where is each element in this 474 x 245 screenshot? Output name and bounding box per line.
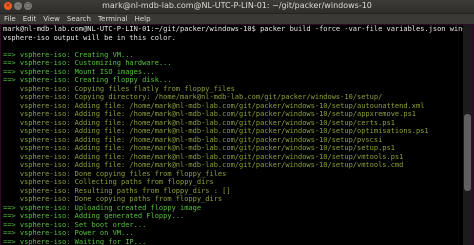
terminal-line: ==> vsphere-iso: Adding generated Floppy…	[3, 212, 185, 220]
menu-search[interactable]: Search	[63, 14, 94, 24]
menu-help[interactable]: Help	[131, 14, 154, 24]
terminal-line: mark@nl-mdb-lab.com@NL-UTC-P-LIN-01:~/gi…	[3, 25, 463, 33]
terminal-line: vsphere-iso: Adding file: /home/mark@nl-…	[3, 135, 383, 144]
menu-bar: File Edit View Search Terminal Help	[0, 14, 474, 24]
terminal-window: × – □ mark@nl-mdb-lab.com@NL-UTC-P-LIN-0…	[0, 0, 474, 245]
terminal-line: ==> vsphere-iso: Uploading created flopp…	[3, 203, 202, 212]
window-title: mark@nl-mdb-lab.com@NL-UTC-P-LIN-01: ~/g…	[102, 1, 372, 10]
terminal-line: vsphere-iso: Adding file: /home/mark@nl-…	[3, 152, 404, 161]
terminal-line: vsphere-iso: Copying files flatly from f…	[3, 84, 235, 93]
terminal-line: vsphere-iso: Collecting paths from flopp…	[3, 178, 214, 186]
terminal-line: vsphere-iso: Copying directory: /home/ma…	[3, 93, 383, 101]
terminal-line: vsphere-iso: Done copying paths from flo…	[3, 195, 223, 203]
terminal-line: ==> vsphere-iso: Power on VM...	[3, 229, 134, 237]
terminal-line: vsphere-iso: Adding file: /home/mark@nl-…	[3, 161, 404, 169]
terminal-line: vsphere-iso: Adding file: /home/mark@nl-…	[3, 110, 417, 118]
terminal-line: vsphere-iso: Adding file: /home/mark@nl-…	[3, 118, 395, 127]
terminal-line: ==> vsphere-iso: Set boot order...	[3, 220, 147, 229]
vertical-scrollbar[interactable]	[463, 25, 472, 245]
terminal-line: ==> vsphere-iso: Customizing hardware...	[3, 59, 172, 67]
menu-edit[interactable]: Edit	[19, 14, 40, 24]
menu-file[interactable]: File	[0, 14, 19, 24]
terminal-line: vsphere-iso: Adding file: /home/mark@nl-…	[3, 127, 429, 135]
terminal-line: ==> vsphere-iso: Waiting for IP...	[3, 237, 147, 245]
scrollbar-thumb[interactable]	[464, 114, 471, 191]
terminal-line: ==> vsphere-iso: Creating floppy disk...	[3, 76, 172, 84]
terminal-line: vsphere-iso: Adding file: /home/mark@nl-…	[3, 101, 425, 110]
terminal-line: ==> vsphere-iso: Mount ISO images...	[3, 67, 155, 76]
terminal-line: vsphere-iso: Done copying files from flo…	[3, 169, 227, 178]
menu-view[interactable]: View	[39, 14, 63, 24]
terminal-line: vsphere-iso: Resulting paths from floppy…	[3, 186, 231, 195]
terminal-line: vsphere-iso: Adding file: /home/mark@nl-…	[3, 144, 395, 152]
terminal-line: ==> vsphere-iso: Creating VM...	[3, 50, 134, 59]
terminal-output[interactable]: mark@nl-mdb-lab.com@NL-UTC-P-LIN-01:~/gi…	[1, 25, 463, 245]
title-bar[interactable]: × – □ mark@nl-mdb-lab.com@NL-UTC-P-LIN-0…	[0, 0, 474, 14]
terminal-line: vsphere-iso output will be in this color…	[3, 33, 176, 42]
menu-terminal[interactable]: Terminal	[94, 14, 131, 24]
